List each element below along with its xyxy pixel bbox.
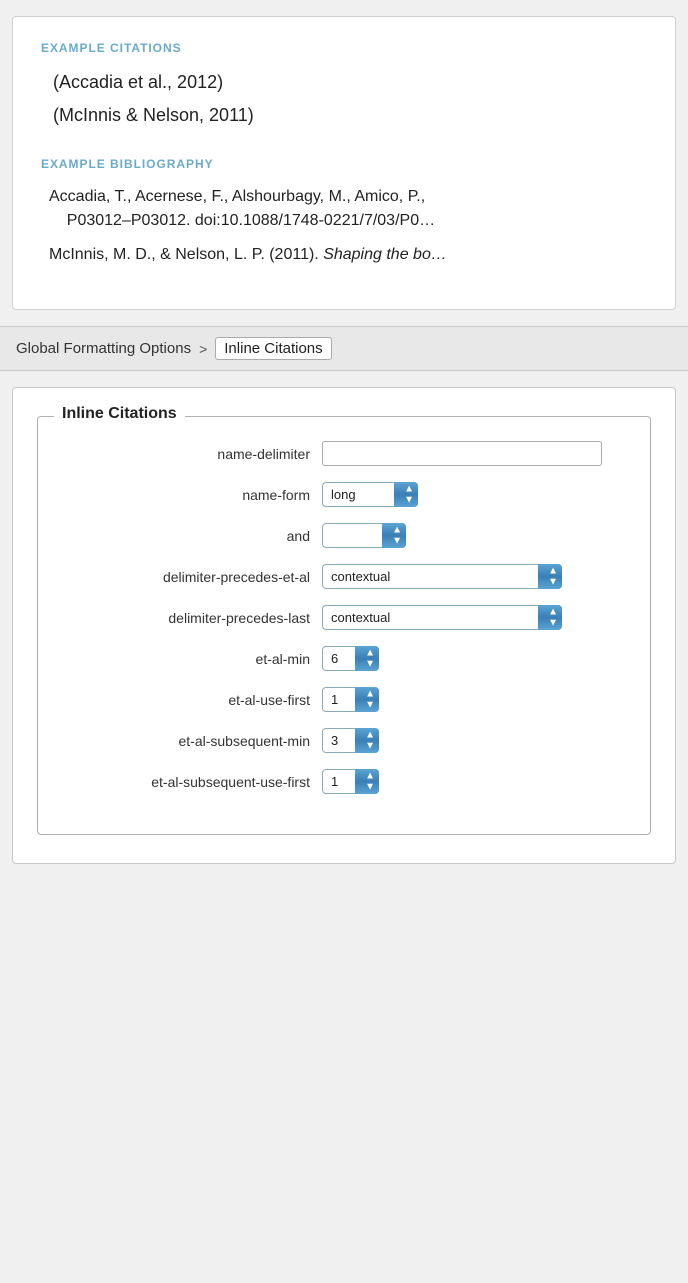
field-et-al-use-first: et-al-use-first 12345 678910 ▲▼ xyxy=(62,687,626,712)
citation-example-2: (McInnis & Nelson, 2011) xyxy=(53,102,647,129)
label-and: and xyxy=(62,528,322,544)
select-et-al-subsequent-min[interactable]: 12345 678910 xyxy=(322,728,379,753)
num-select-wrapper-et-al-subsequent-use-first[interactable]: 12345 678910 ▲▼ xyxy=(322,769,379,794)
select-wrapper-delimiter-et-al[interactable]: contextual after-inverted-name always ne… xyxy=(322,564,562,589)
bibliography-entry-1: Accadia, T., Acernese, F., Alshourbagy, … xyxy=(49,185,647,233)
example-bibliography-section: EXAMPLE BIBLIOGRAPHY Accadia, T., Acerne… xyxy=(41,157,647,267)
control-et-al-subsequent-min[interactable]: 12345 678910 ▲▼ xyxy=(322,728,379,753)
control-delimiter-precedes-last[interactable]: contextual after-inverted-name always ne… xyxy=(322,605,562,630)
select-et-al-min[interactable]: 12345 678910 xyxy=(322,646,379,671)
bibliography-entry-2-text: McInnis, M. D., & Nelson, L. P. (2011). … xyxy=(49,246,447,263)
num-select-wrapper-et-al-subsequent-min[interactable]: 12345 678910 ▲▼ xyxy=(322,728,379,753)
select-name-form[interactable]: long short count all-initials xyxy=(322,482,418,507)
field-delimiter-precedes-last: delimiter-precedes-last contextual after… xyxy=(62,605,626,630)
breadcrumb-parent[interactable]: Global Formatting Options xyxy=(16,340,191,357)
input-name-delimiter[interactable] xyxy=(322,441,602,466)
control-and[interactable]: text symbol ▲▼ xyxy=(322,523,406,548)
field-et-al-min: et-al-min 12345 678910 ▲▼ xyxy=(62,646,626,671)
bibliography-entry-1-cont: P03012–P03012. doi:10.1088/1748-0221/7/0… xyxy=(49,212,435,229)
control-et-al-subsequent-use-first[interactable]: 12345 678910 ▲▼ xyxy=(322,769,379,794)
select-wrapper-delimiter-last[interactable]: contextual after-inverted-name always ne… xyxy=(322,605,562,630)
inline-citations-fieldset: Inline Citations name-delimiter name-for… xyxy=(37,416,651,835)
label-et-al-subsequent-min: et-al-subsequent-min xyxy=(62,733,322,749)
select-et-al-use-first[interactable]: 12345 678910 xyxy=(322,687,379,712)
control-delimiter-precedes-et-al[interactable]: contextual after-inverted-name always ne… xyxy=(322,564,562,589)
options-panel: Inline Citations name-delimiter name-for… xyxy=(12,387,676,864)
breadcrumb-separator: > xyxy=(199,341,207,357)
label-delimiter-precedes-last: delimiter-precedes-last xyxy=(62,610,322,626)
field-et-al-subsequent-min: et-al-subsequent-min 12345 678910 ▲▼ xyxy=(62,728,626,753)
citation-example-1: (Accadia et al., 2012) xyxy=(53,69,647,96)
field-name-form: name-form long short count all-initials … xyxy=(62,482,626,507)
field-and: and text symbol ▲▼ xyxy=(62,523,626,548)
select-wrapper-and[interactable]: text symbol ▲▼ xyxy=(322,523,406,548)
field-name-delimiter: name-delimiter xyxy=(62,441,626,466)
label-delimiter-precedes-et-al: delimiter-precedes-et-al xyxy=(62,569,322,585)
breadcrumb-bar: Global Formatting Options > Inline Citat… xyxy=(0,326,688,371)
control-et-al-use-first[interactable]: 12345 678910 ▲▼ xyxy=(322,687,379,712)
bibliography-entry-2: McInnis, M. D., & Nelson, L. P. (2011). … xyxy=(49,243,647,267)
field-delimiter-precedes-et-al: delimiter-precedes-et-al contextual afte… xyxy=(62,564,626,589)
bibliography-entry-1-text: Accadia, T., Acernese, F., Alshourbagy, … xyxy=(49,188,425,205)
select-delimiter-precedes-et-al[interactable]: contextual after-inverted-name always ne… xyxy=(322,564,562,589)
label-name-delimiter: name-delimiter xyxy=(62,446,322,462)
label-name-form: name-form xyxy=(62,487,322,503)
control-name-delimiter[interactable] xyxy=(322,441,602,466)
example-citations-heading: EXAMPLE CITATIONS xyxy=(41,41,647,55)
select-et-al-subsequent-use-first[interactable]: 12345 678910 xyxy=(322,769,379,794)
control-name-form[interactable]: long short count all-initials ▲▼ xyxy=(322,482,418,507)
label-et-al-use-first: et-al-use-first xyxy=(62,692,322,708)
num-select-wrapper-et-al-use-first[interactable]: 12345 678910 ▲▼ xyxy=(322,687,379,712)
select-wrapper-name-form[interactable]: long short count all-initials ▲▼ xyxy=(322,482,418,507)
inline-citations-legend: Inline Citations xyxy=(54,405,185,423)
label-et-al-subsequent-use-first: et-al-subsequent-use-first xyxy=(62,774,322,790)
field-et-al-subsequent-use-first: et-al-subsequent-use-first 12345 678910 … xyxy=(62,769,626,794)
select-delimiter-precedes-last[interactable]: contextual after-inverted-name always ne… xyxy=(322,605,562,630)
num-select-wrapper-et-al-min[interactable]: 12345 678910 ▲▼ xyxy=(322,646,379,671)
control-et-al-min[interactable]: 12345 678910 ▲▼ xyxy=(322,646,379,671)
example-bibliography-heading: EXAMPLE BIBLIOGRAPHY xyxy=(41,157,647,171)
label-et-al-min: et-al-min xyxy=(62,651,322,667)
breadcrumb-current[interactable]: Inline Citations xyxy=(215,337,331,360)
example-citations-panel: EXAMPLE CITATIONS (Accadia et al., 2012)… xyxy=(12,16,676,310)
select-and[interactable]: text symbol xyxy=(322,523,406,548)
